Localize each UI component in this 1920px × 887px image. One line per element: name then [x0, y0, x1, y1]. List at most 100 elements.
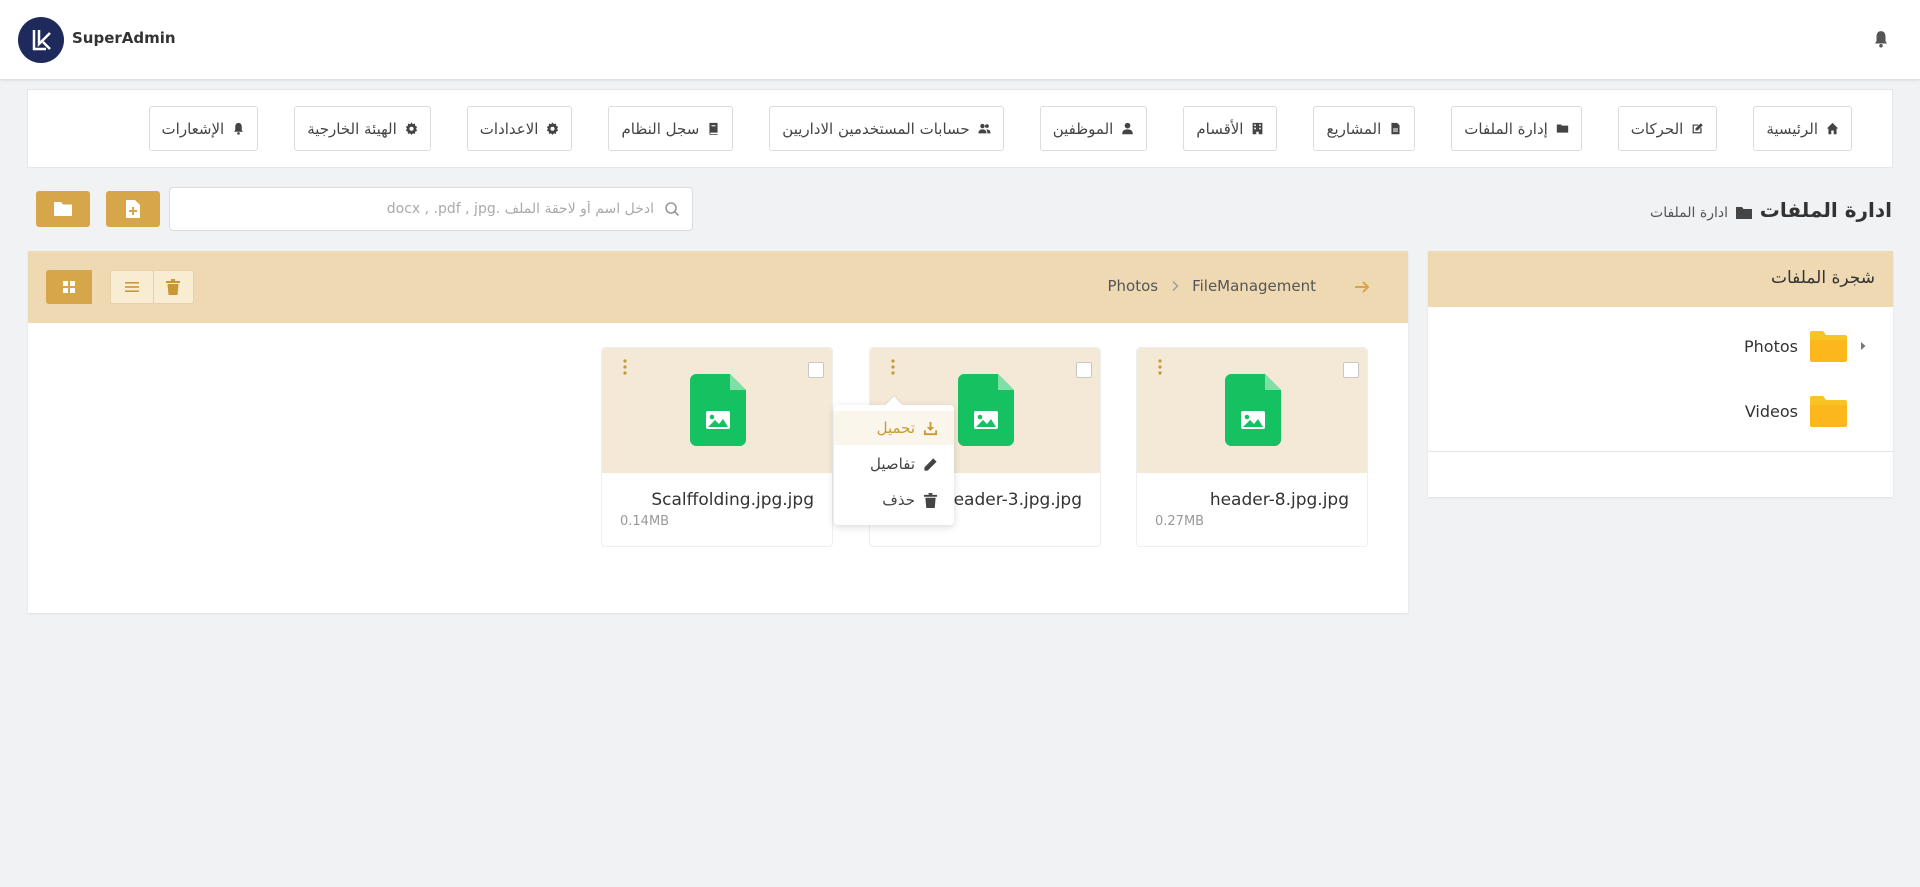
trash-icon: [166, 279, 180, 295]
nav-system-log[interactable]: سجل النظام: [608, 106, 734, 151]
file-context-menu: تحميل تفاصيل حذف: [834, 405, 954, 525]
image-file-icon: [690, 374, 746, 446]
nav-label: الاعدادات: [479, 119, 539, 138]
nav-transactions[interactable]: الحركات: [1617, 106, 1718, 151]
file-card[interactable]: header-8.jpg.jpg 0.27MB: [1136, 347, 1368, 547]
folder-icon: [1810, 395, 1847, 427]
upload-file-button[interactable]: [106, 191, 160, 227]
nav-notifications[interactable]: الإشعارات: [148, 106, 259, 151]
arrow-right-icon[interactable]: [1352, 277, 1372, 297]
search-icon: [665, 202, 680, 217]
nav-label: إدارة الملفات: [1464, 119, 1548, 138]
list-view-button[interactable]: [110, 270, 154, 304]
gear-icon: [405, 122, 417, 135]
gear-icon: [547, 122, 559, 135]
file-card[interactable]: Scalffolding.jpg.jpg 0.14MB: [601, 347, 833, 547]
folder-path: FileManagement Photos: [1107, 277, 1316, 295]
nav-settings[interactable]: الاعدادات: [466, 106, 573, 151]
nav-departments[interactable]: الأقسام: [1183, 106, 1278, 151]
explorer-header: FileManagement Photos: [28, 251, 1408, 323]
file-icon: [1391, 122, 1400, 135]
folder-icon: [1810, 330, 1847, 362]
file-checkbox[interactable]: [1076, 362, 1092, 378]
chevron-right-icon: [1172, 281, 1179, 291]
nav-projects[interactable]: المشاريع: [1313, 106, 1416, 151]
nav-external-body[interactable]: الهيئة الخارجية: [294, 106, 431, 151]
nav-file-management[interactable]: إدارة الملفات: [1451, 106, 1582, 151]
nav-home[interactable]: الرئيسية: [1753, 106, 1852, 151]
nav-admin-accounts[interactable]: حسابات المستخدمين الاداريين: [769, 106, 1004, 151]
list-icon: [125, 282, 139, 292]
breadcrumb: ادارة الملفات: [1650, 205, 1752, 221]
file-size: 0.27MB: [1155, 514, 1205, 529]
nav-label: الرئيسية: [1766, 119, 1818, 138]
tree-item-photos[interactable]: Photos: [1744, 328, 1867, 364]
tree-item-videos[interactable]: Videos: [1745, 393, 1867, 429]
more-options-icon[interactable]: [1157, 358, 1163, 376]
tree-item-label: Photos: [1744, 336, 1798, 356]
page-title: ادارة الملفات: [1759, 198, 1892, 222]
file-plus-icon: [126, 200, 140, 218]
search-input[interactable]: [180, 194, 654, 224]
delete-selected-button[interactable]: [152, 270, 194, 304]
caret-right-icon[interactable]: [1859, 341, 1867, 351]
folder-icon: [54, 202, 72, 216]
nav-label: حسابات المستخدمين الاداريين: [782, 119, 970, 138]
nav-label: الهيئة الخارجية: [307, 119, 397, 138]
new-folder-button[interactable]: [36, 191, 90, 227]
nav-label: الحركات: [1630, 119, 1684, 138]
menu-item-label: تحميل: [876, 419, 915, 437]
menu-item-delete[interactable]: حذف: [834, 483, 954, 517]
tree-item-label: Videos: [1744, 401, 1798, 421]
menu-item-details[interactable]: تفاصيل: [834, 447, 954, 481]
file-name: header-3.jpg.jpg: [942, 490, 1082, 510]
file-explorer: FileManagement Photos header-8.jpg.jpg 0…: [28, 251, 1408, 613]
pencil-icon: [924, 457, 937, 471]
menu-item-label: تفاصيل: [870, 455, 915, 473]
home-icon: [1826, 122, 1839, 135]
file-thumbnail: [602, 348, 832, 473]
grid-icon: [63, 281, 75, 293]
file-tree-panel: شجرة الملفات Photos Videos: [1428, 251, 1893, 497]
logo[interactable]: [18, 17, 64, 63]
file-tree-title: شجرة الملفات: [1770, 268, 1875, 288]
download-icon: [923, 421, 938, 435]
nav-label: الأقسام: [1196, 119, 1244, 138]
file-tree-header: شجرة الملفات: [1428, 251, 1893, 307]
folder-icon: [1736, 207, 1752, 219]
divider: [1428, 451, 1893, 452]
edit-icon: [1692, 123, 1704, 134]
notification-bell-icon[interactable]: [1872, 30, 1890, 48]
breadcrumb-item[interactable]: ادارة الملفات: [1650, 205, 1728, 221]
file-size: 0.14MB: [620, 514, 670, 529]
file-thumbnail: [1137, 348, 1367, 473]
brand-name: SuperAdmin: [72, 29, 176, 47]
logo-mark-icon: [32, 30, 51, 51]
path-item-root[interactable]: FileManagement: [1192, 277, 1316, 295]
main-navigation: الرئيسية الحركات إدارة الملفات المشاريع …: [27, 89, 1893, 168]
file-checkbox[interactable]: [1343, 362, 1359, 378]
file-name: header-8.jpg.jpg: [1209, 490, 1349, 510]
nav-label: الإشعارات: [161, 119, 225, 138]
nav-label: المشاريع: [1326, 119, 1382, 138]
trash-icon: [923, 492, 938, 508]
image-file-icon: [958, 374, 1014, 446]
folder-icon: [1556, 124, 1568, 133]
bell-icon: [234, 122, 244, 135]
menu-item-download[interactable]: تحميل: [834, 411, 954, 445]
file-name: Scalffolding.jpg.jpg: [651, 490, 814, 510]
nav-label: سجل النظام: [621, 119, 700, 138]
nav-label: الموظفين: [1052, 119, 1114, 138]
grid-view-button[interactable]: [46, 270, 92, 304]
building-icon: [1253, 122, 1263, 135]
path-item-current[interactable]: Photos: [1107, 277, 1158, 295]
more-options-icon[interactable]: [622, 358, 628, 376]
users-icon: [978, 123, 991, 134]
nav-employees[interactable]: الموظفين: [1039, 106, 1148, 151]
file-checkbox[interactable]: [808, 362, 824, 378]
user-icon: [1122, 122, 1134, 135]
image-file-icon: [1225, 374, 1281, 446]
more-options-icon[interactable]: [890, 358, 896, 376]
top-bar: SuperAdmin: [0, 0, 1920, 79]
caret-spacer: [1859, 406, 1867, 416]
